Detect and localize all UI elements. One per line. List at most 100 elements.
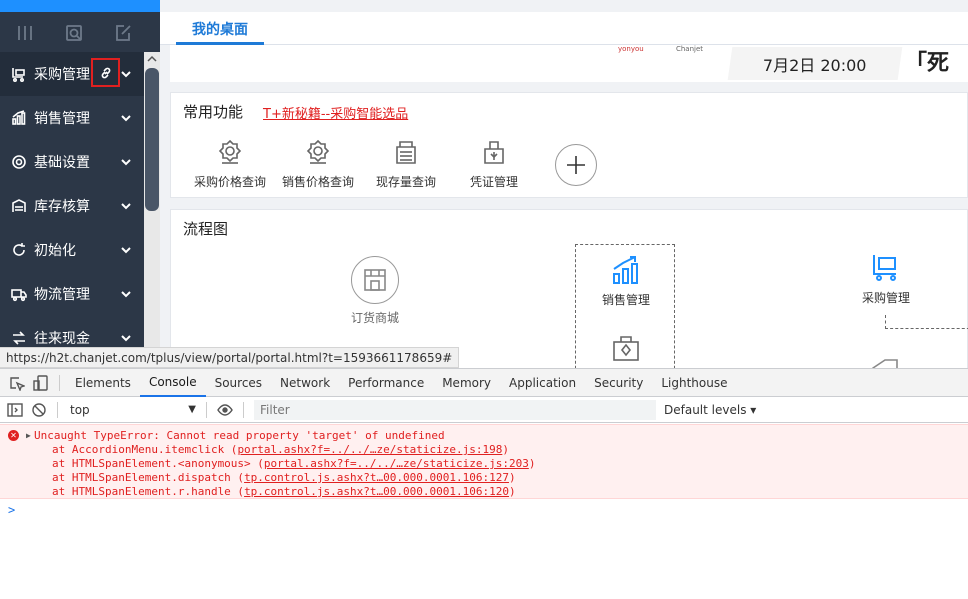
purchase-node[interactable]: 采购管理 [861, 252, 911, 306]
func-label: 销售价格查询 [281, 175, 354, 189]
cart-icon [873, 255, 896, 281]
partial-node-icon [871, 356, 901, 368]
tab-application[interactable]: Application [500, 369, 585, 397]
tab-memory[interactable]: Memory [433, 369, 500, 397]
scroll-up-icon[interactable] [147, 54, 157, 64]
sidebar-top-strip [0, 0, 160, 12]
warehouse-icon [11, 198, 27, 214]
flow-connector [885, 315, 968, 329]
panel-title: 流程图 [183, 220, 229, 238]
divider [243, 402, 244, 418]
stack-frame: at HTMLSpanElement.r.handle (tp.control.… [52, 485, 516, 498]
func-label: 采购价格查询 [193, 175, 266, 189]
console-error-message[interactable]: ✕ ▶ Uncaught TypeError: Cannot read prop… [0, 424, 968, 499]
order-mall-node[interactable] [351, 256, 399, 304]
tab-bar: 我的桌面 [160, 12, 968, 45]
stack-link[interactable]: portal.ashx?f=../../…ze/staticize.js:203 [264, 457, 529, 470]
console-toolbar: top ▼ Default levels ▾ [0, 398, 968, 423]
sidebar-toggle-icon[interactable] [3, 396, 27, 424]
func-label: 现存量查询 [375, 175, 436, 189]
stock-icon [393, 139, 419, 165]
tab-console[interactable]: Console [139, 369, 206, 397]
context-value: top [70, 403, 90, 417]
chevron-down-icon [120, 68, 132, 80]
error-icon: ✕ [8, 430, 19, 441]
stack-link[interactable]: tp.control.js.ashx?t…00.000.0001.106:127 [244, 471, 509, 484]
log-levels-select[interactable]: Default levels ▾ [664, 403, 756, 417]
sidebar-item-label: 基础设置 [34, 155, 90, 171]
refresh-icon [11, 242, 27, 258]
sidebar-item-init[interactable]: 初始化 [0, 228, 144, 272]
edit-icon[interactable] [98, 12, 147, 54]
sidebar: 采购管理 销售管理 基础设置 库存核算 初始化 物流管理 往来现金 [0, 0, 160, 368]
eye-icon[interactable] [213, 396, 237, 424]
sidebar-scrollbar[interactable] [144, 52, 160, 368]
sales-node-label[interactable]: 销售管理 [576, 291, 676, 308]
gear-icon [11, 154, 27, 170]
cart-icon [11, 66, 27, 82]
expand-triangle-icon[interactable]: ▶ [26, 431, 31, 440]
price-query-icon [217, 139, 243, 165]
sidebar-item-purchase[interactable]: 采购管理 [0, 52, 144, 96]
tab-lighthouse[interactable]: Lighthouse [652, 369, 736, 397]
sidebar-item-inventory[interactable]: 库存核算 [0, 184, 144, 228]
devtools-tab-bar: Elements Console Sources Network Perform… [0, 369, 968, 397]
sidebar-item-sales[interactable]: 销售管理 [0, 96, 144, 140]
yonyou-logo: yonyou [618, 45, 644, 53]
add-function-button[interactable] [555, 144, 597, 186]
tab-elements[interactable]: Elements [66, 369, 140, 397]
promo-link[interactable]: T+新秘籍--采购智能选品 [263, 103, 408, 122]
sales-chart-icon[interactable] [611, 255, 641, 285]
chanjet-logo: Chanjet [675, 45, 704, 53]
tab-performance[interactable]: Performance [339, 369, 433, 397]
divider [206, 402, 207, 418]
clear-console-icon[interactable] [27, 396, 51, 424]
stack-link[interactable]: tp.control.js.ashx?t…00.000.0001.106:120 [244, 485, 509, 498]
link-icon[interactable] [91, 58, 120, 87]
briefcase-icon[interactable] [611, 333, 641, 363]
sidebar-item-label: 库存核算 [34, 199, 90, 215]
context-select[interactable]: top ▼ [66, 399, 200, 421]
chevron-down-icon [120, 112, 132, 124]
tab-security[interactable]: Security [585, 369, 652, 397]
func-sales-price[interactable]: 销售价格查询 [273, 139, 363, 190]
tab-sources[interactable]: Sources [206, 369, 271, 397]
sidebar-item-label: 初始化 [34, 243, 76, 259]
device-toolbar-icon[interactable] [29, 369, 53, 397]
columns-icon[interactable] [0, 12, 49, 54]
func-voucher[interactable]: 凭证管理 [449, 139, 539, 190]
plus-icon [567, 156, 585, 174]
exchange-icon [11, 330, 27, 346]
chevron-down-icon [120, 288, 132, 300]
divider [57, 402, 58, 418]
stack-frame: at AccordionMenu.itemclick (portal.ashx?… [52, 443, 509, 456]
promo-banner[interactable]: yonyou Chanjet 7月2日 20:00 「死钱 [170, 45, 968, 82]
console-prompt[interactable]: > [8, 503, 15, 517]
sidebar-item-basic-settings[interactable]: 基础设置 [0, 140, 144, 184]
sidebar-item-label: 销售管理 [34, 111, 90, 127]
banner-slogan: 「死钱 [905, 50, 950, 76]
tab-my-desktop[interactable]: 我的桌面 [176, 12, 264, 45]
dropdown-arrow-icon: ▼ [188, 404, 196, 415]
func-purchase-price[interactable]: 采购价格查询 [185, 139, 275, 190]
panel-title: 常用功能 [183, 103, 244, 121]
sidebar-item-logistics[interactable]: 物流管理 [0, 272, 144, 316]
error-text: Uncaught TypeError: Cannot read property… [34, 429, 445, 442]
banner-logos: yonyou Chanjet [618, 45, 703, 53]
voucher-icon [481, 139, 507, 165]
chevron-down-icon [120, 332, 132, 344]
inspect-element-icon[interactable] [5, 369, 29, 397]
search-doc-icon[interactable] [49, 12, 98, 54]
scrollbar-thumb[interactable] [145, 68, 159, 211]
stack-link[interactable]: portal.ashx?f=../../…ze/staticize.js:198 [237, 443, 502, 456]
stack-frame: at HTMLSpanElement.dispatch (tp.control.… [52, 471, 516, 484]
price-query-icon [305, 139, 331, 165]
sidebar-toolbar [0, 12, 160, 54]
tab-network[interactable]: Network [271, 369, 339, 397]
console-filter-input[interactable] [254, 400, 656, 420]
sidebar-item-label: 物流管理 [34, 287, 90, 303]
func-stock-query[interactable]: 现存量查询 [361, 139, 451, 190]
chevron-down-icon [120, 200, 132, 212]
sidebar-menu: 采购管理 销售管理 基础设置 库存核算 初始化 物流管理 往来现金 [0, 52, 144, 360]
status-bar-url: https://h2t.chanjet.com/tplus/view/porta… [0, 347, 460, 368]
